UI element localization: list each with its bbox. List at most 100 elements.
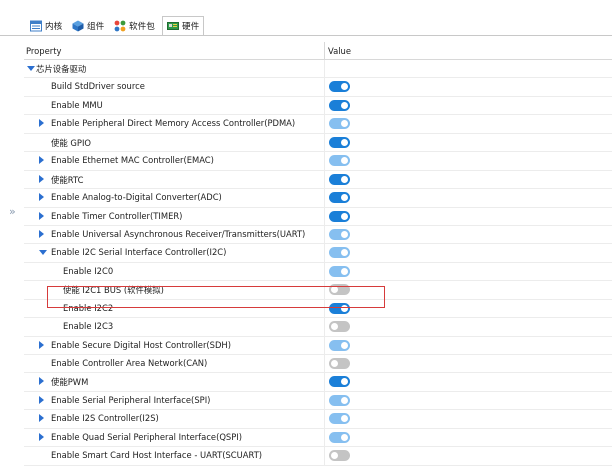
toggle-knob [341,212,348,220]
cell-divider [324,428,325,447]
expand-sidebar-icon[interactable]: » [9,205,16,218]
expand-arrow-icon[interactable] [39,432,44,441]
value-toggle[interactable] [329,228,350,240]
property-label: Enable Quad Serial Peripheral Interface(… [51,431,243,442]
expand-arrow-icon[interactable] [39,156,44,165]
column-header-value[interactable]: Value [328,46,351,56]
cell-divider [324,410,325,428]
toggle-knob [341,175,348,183]
expand-arrow-icon[interactable] [39,377,44,386]
table-row[interactable]: Enable I2C0 [24,262,612,282]
property-label: Enable Serial Peripheral Interface(SPI) [51,394,211,405]
expand-arrow-icon[interactable] [39,211,44,220]
cell-divider [324,225,325,244]
value-toggle[interactable] [329,413,350,425]
value-toggle[interactable] [329,321,350,333]
tab-label: 软件包 [129,22,155,32]
table-row[interactable]: Enable I2S Controller(I2S) [24,410,612,429]
property-label: Enable I2C Serial Interface Controller(I… [51,247,227,258]
table-row[interactable]: Enable MMU [24,96,612,116]
tab-component[interactable]: 组件 [68,16,108,36]
value-toggle[interactable] [329,210,350,222]
table-row[interactable]: 使能RTC [24,170,612,190]
toggle-knob [341,230,348,238]
property-label: Enable Ethernet MAC Controller(EMAC) [51,155,214,166]
expand-arrow-icon[interactable] [39,174,44,183]
table-row[interactable]: Enable Peripheral Direct Memory Access C… [24,115,612,134]
table-row[interactable]: 芯片设备驱动 [24,60,612,79]
table-row[interactable]: Enable Serial Peripheral Interface(SPI) [24,391,612,411]
expand-arrow-icon[interactable] [39,340,44,349]
value-toggle[interactable] [329,118,350,130]
value-toggle[interactable] [329,265,350,277]
cell-divider [324,189,325,207]
cell-divider [324,207,325,225]
expand-arrow-icon[interactable] [39,229,44,238]
component-icon [72,20,84,32]
table-row[interactable]: Enable Analog-to-Digital Converter(ADC) [24,189,612,208]
tab-package[interactable]: 软件包 [110,16,159,36]
table-row[interactable]: 使能 GPIO [24,133,612,153]
package-icon [114,20,126,32]
table-row[interactable]: Enable I2C Serial Interface Controller(I… [24,244,612,263]
value-toggle[interactable] [329,376,350,388]
tab-bar: 内核 组件 软件包 硬件 [0,0,612,44]
value-toggle[interactable] [329,99,350,111]
tab-hardware[interactable]: 硬件 [162,16,205,36]
value-toggle[interactable] [329,394,350,406]
table-row[interactable]: Enable Quad Serial Peripheral Interface(… [24,428,612,448]
column-divider[interactable] [324,42,325,59]
table-row[interactable]: Enable I2C3 [24,318,612,337]
value-toggle[interactable] [329,358,350,369]
kernel-icon [30,20,42,32]
expand-arrow-icon[interactable] [39,395,44,404]
value-toggle[interactable] [329,192,350,204]
cell-divider [324,391,325,410]
table-row[interactable]: Enable Ethernet MAC Controller(EMAC) [24,152,612,171]
cell-divider [324,244,325,262]
value-toggle[interactable] [329,450,350,462]
expand-arrow-icon[interactable] [39,119,44,128]
cell-divider [324,115,325,133]
toggle-knob [341,194,348,202]
toggle-knob [341,101,348,109]
toggle-knob [341,267,348,275]
table-row[interactable]: Enable Controller Area Network(CAN) [24,355,612,374]
expand-arrow-icon[interactable] [39,414,44,423]
collapse-arrow-icon[interactable] [27,66,35,71]
value-toggle[interactable] [329,339,350,351]
cell-divider [324,336,325,354]
column-header-property[interactable]: Property [26,46,61,56]
tab-kernel[interactable]: 内核 [26,16,66,36]
table-row[interactable]: Enable Universal Asynchronous Receiver/T… [24,225,612,245]
property-label: Enable Secure Digital Host Controller(SD… [51,339,231,350]
table-row[interactable]: Enable Smart Card Host Interface - UART(… [24,447,612,466]
collapse-arrow-icon[interactable] [39,250,47,256]
property-label: Enable Analog-to-Digital Converter(ADC) [51,192,222,203]
cell-divider [324,152,325,170]
tab-label: 内核 [45,22,63,32]
toggle-knob [341,138,348,146]
value-toggle[interactable] [329,136,350,148]
cell-divider [324,133,325,152]
table-row[interactable]: Enable Secure Digital Host Controller(SD… [24,336,612,355]
value-toggle[interactable] [329,431,350,443]
toggle-knob [341,415,348,423]
table-row[interactable]: Build StdDriver source [24,78,612,97]
table-row[interactable]: 使能PWM [24,373,612,392]
table-row[interactable]: Enable Timer Controller(TIMER) [24,207,612,226]
expand-arrow-icon[interactable] [39,193,44,202]
property-label: Enable I2S Controller(I2S) [51,413,159,424]
hardware-icon [167,20,179,32]
value-toggle[interactable] [329,173,350,185]
property-label: Enable Peripheral Direct Memory Access C… [51,118,296,129]
tab-divider [0,35,612,36]
toggle-knob [331,452,338,460]
value-toggle[interactable] [329,81,350,93]
toggle-knob [341,341,348,349]
cell-divider [324,60,325,78]
property-table: Property Value 芯片设备驱动 Build StdDriver sou… [24,42,612,466]
value-toggle[interactable] [329,155,350,167]
property-label: 使能RTC [51,174,84,185]
value-toggle[interactable] [329,247,350,259]
